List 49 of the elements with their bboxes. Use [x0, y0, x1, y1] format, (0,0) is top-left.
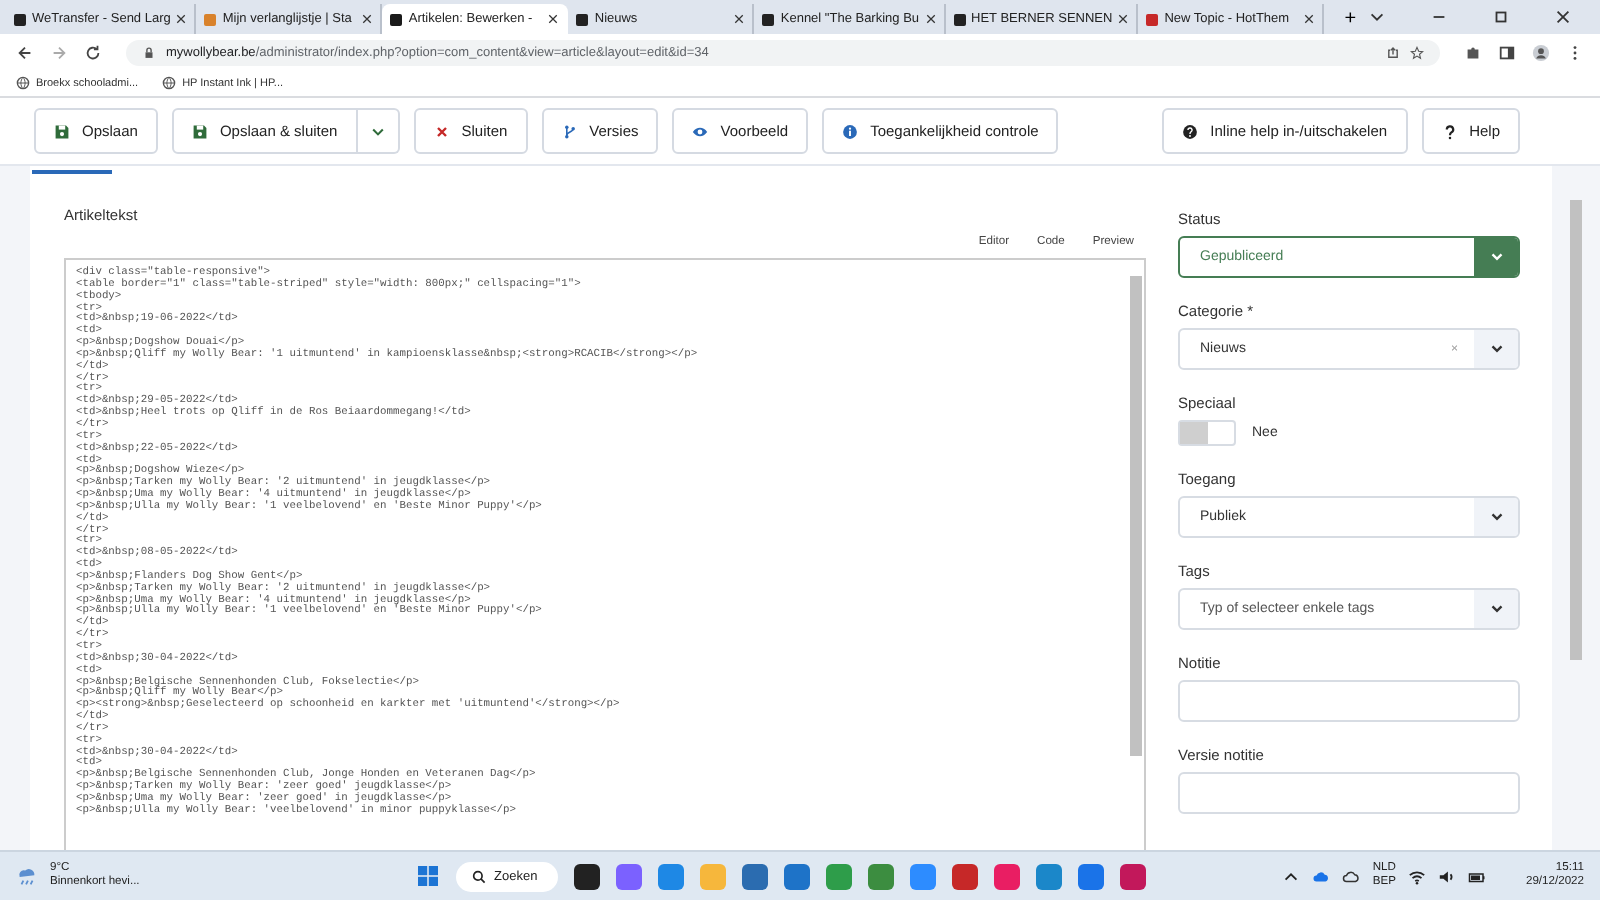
speaker-icon[interactable] [1437, 867, 1456, 885]
chevron-down-icon[interactable] [1368, 8, 1387, 26]
chevron-down-icon [369, 123, 386, 139]
globe-icon [16, 76, 30, 90]
close-icon[interactable] [362, 14, 373, 24]
close-icon[interactable] [1554, 8, 1573, 26]
close-icon[interactable] [1118, 14, 1129, 24]
back-icon[interactable] [16, 43, 34, 61]
new-tab-button[interactable]: + [1332, 4, 1369, 34]
favicon-icon [1146, 13, 1159, 25]
chevron-down-icon [1487, 340, 1505, 358]
star-icon[interactable] [1410, 45, 1424, 59]
branch-icon [561, 123, 578, 139]
search-icon [472, 869, 486, 883]
eye-icon [692, 123, 709, 139]
favicon-icon [953, 13, 966, 25]
close-icon[interactable] [925, 14, 936, 24]
close-icon[interactable] [1304, 14, 1315, 24]
info-icon [842, 123, 859, 139]
lock-icon[interactable] [142, 45, 156, 59]
toggle-switch[interactable] [1178, 420, 1236, 446]
favicon-icon [390, 13, 403, 25]
question-circle-icon [1182, 123, 1199, 139]
text-input[interactable] [1178, 772, 1520, 814]
close-icon [433, 123, 450, 139]
close-icon[interactable] [734, 14, 745, 24]
start-icon[interactable] [416, 864, 440, 888]
share-icon[interactable] [1386, 45, 1400, 59]
active-tab-indicator [32, 170, 112, 174]
globe-icon [162, 76, 177, 90]
chevron-down-icon [1487, 600, 1505, 618]
scrollbar[interactable] [1130, 276, 1142, 756]
rain-cloud-icon [16, 865, 38, 887]
chevron-down-icon [1487, 248, 1505, 266]
battery-icon[interactable] [1467, 867, 1486, 885]
sidebar-icon[interactable] [1498, 43, 1516, 61]
text-input[interactable] [1178, 680, 1520, 722]
favicon-icon [14, 13, 26, 25]
close-icon[interactable] [176, 14, 187, 24]
profile-icon[interactable] [1532, 43, 1550, 61]
close-icon[interactable] [548, 14, 559, 24]
favicon-icon [204, 13, 217, 25]
maximize-icon[interactable] [1492, 8, 1511, 26]
chevron-down-icon [1487, 508, 1505, 526]
favicon-icon [762, 13, 775, 25]
wifi-icon[interactable] [1407, 867, 1426, 885]
favicon-icon [576, 13, 589, 25]
reload-icon[interactable] [84, 43, 102, 61]
question-mark-icon [1441, 123, 1458, 139]
